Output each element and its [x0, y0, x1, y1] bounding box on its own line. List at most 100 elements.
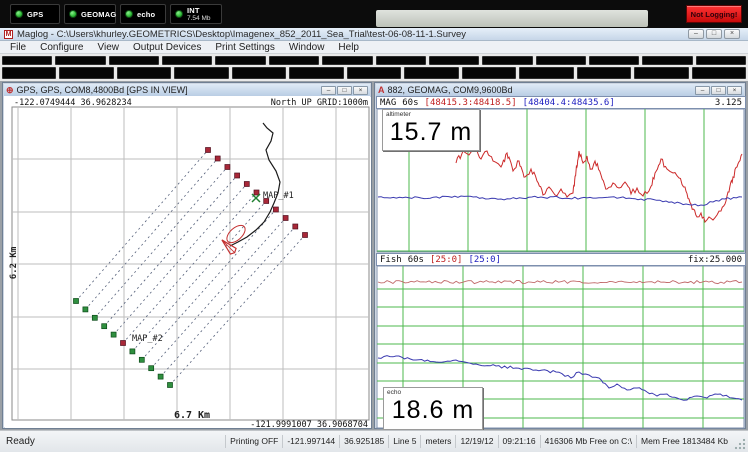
value-display [634, 67, 688, 79]
plot-window-title: 882, GEOMAG, COM9,9600Bd [388, 85, 693, 95]
minimize-icon[interactable]: – [688, 29, 704, 39]
maximize-icon[interactable]: □ [711, 86, 726, 95]
minimize-icon[interactable]: – [695, 86, 710, 95]
menu-bar: File Configure View Output Devices Print… [0, 41, 748, 54]
value-display [109, 56, 159, 65]
resize-grip[interactable] [734, 438, 746, 450]
green-led-icon [175, 10, 183, 18]
value-display [347, 67, 401, 79]
mdi-client-area: ⊕ GPS, GPS, COM8,4800Bd [GPS IN VIEW] – … [0, 81, 748, 430]
waypoint-marker-green [74, 299, 79, 304]
waypoint-marker-green [149, 366, 154, 371]
status-mem-free: Mem Free 1813484 Kb [636, 435, 732, 448]
maglog-app-icon: M [4, 30, 13, 39]
map-window-body: -122.0749444 36.9628234 North UP GRID:10… [4, 96, 370, 427]
value-display [322, 56, 372, 65]
survey-map-canvas[interactable]: -122.0749444 36.9628234 North UP GRID:10… [5, 97, 371, 428]
indicator-gps[interactable]: GPS [10, 4, 60, 24]
maximize-icon[interactable]: □ [706, 29, 722, 39]
status-bar: Ready Printing OFF -121.997144 36.925185… [0, 430, 748, 452]
menu-view[interactable]: View [90, 41, 126, 54]
map-vertical-scale: 6.2 Km [9, 246, 19, 279]
green-led-icon [125, 10, 133, 18]
value-display-toolbar [0, 54, 748, 81]
menu-configure[interactable]: Configure [33, 41, 90, 54]
status-longitude: -121.997144 [282, 435, 339, 448]
waypoint-marker-red [254, 190, 259, 195]
gps-map-window: ⊕ GPS, GPS, COM8,4800Bd [GPS IN VIEW] – … [2, 82, 372, 429]
status-time: 09:21:16 [498, 435, 540, 448]
plot-window-titlebar[interactable]: A 882, GEOMAG, COM9,9600Bd – □ × [376, 84, 744, 96]
indicator-echo[interactable]: echo [120, 4, 166, 24]
trace-plot-canvas[interactable] [376, 109, 746, 429]
value-display [215, 56, 265, 65]
mag-range-blue: [48404.4:48435.6] [523, 98, 615, 108]
value-display [55, 56, 105, 65]
value-display [642, 56, 692, 65]
mag-range-red: [48415.3:48418.5] [425, 98, 517, 108]
fish-label: Fish [380, 255, 402, 265]
not-logging-button[interactable]: Not Logging! [686, 5, 742, 23]
waypoint-marker-green [102, 324, 107, 329]
indicator-label: GEOMAG [81, 10, 116, 19]
echo-label: echo [387, 389, 479, 396]
status-units: meters [420, 435, 455, 448]
status-printing: Printing OFF [225, 435, 282, 448]
echo-readout: echo 18.6 m [383, 387, 483, 430]
main-window-title: Maglog - C:\Users\khurley.GEOMETRICS\Des… [17, 29, 466, 40]
map-window-titlebar[interactable]: ⊕ GPS, GPS, COM8,4800Bd [GPS IN VIEW] – … [4, 84, 370, 96]
fish-range-red: [25:0] [430, 255, 463, 265]
menu-file[interactable]: File [3, 41, 33, 54]
map-window-title: GPS, GPS, COM8,4800Bd [GPS IN VIEW] [17, 85, 318, 95]
main-title-bar[interactable]: M Maglog - C:\Users\khurley.GEOMETRICS\D… [0, 28, 748, 41]
geomag-plot-window: A 882, GEOMAG, COM9,9600Bd – □ × MAG 60s… [374, 82, 746, 429]
device-indicator-strip: GPS GEOMAG echo INT 7.54 Mb Not Logging! [0, 0, 748, 28]
indicator-geomag[interactable]: GEOMAG [64, 4, 116, 24]
echo-value: 18.6 m [387, 396, 479, 424]
waypoint-marker-map2 [121, 341, 126, 346]
waypoint-marker-green [139, 357, 144, 362]
status-latitude: 36.925185 [339, 435, 388, 448]
indicator-int[interactable]: INT 7.54 Mb [170, 4, 222, 24]
waypoint-marker-red [215, 156, 220, 161]
close-icon[interactable]: × [353, 86, 368, 95]
minimize-icon[interactable]: – [321, 86, 336, 95]
close-icon[interactable]: × [727, 86, 742, 95]
waypoint-1-label: MAP_#1 [263, 191, 294, 201]
waypoint-marker-green [130, 349, 135, 354]
map-cursor-coordinates: -122.0749444 36.9628234 [14, 98, 132, 108]
mag-interval: 60s [402, 98, 418, 108]
menu-print-settings[interactable]: Print Settings [208, 41, 281, 54]
waypoint-marker-red [244, 182, 249, 187]
map-background [5, 97, 371, 428]
map-horizontal-scale: 6.7 Km [174, 410, 210, 421]
menu-output-devices[interactable]: Output Devices [126, 41, 208, 54]
map-grid-label: North UP GRID:1000m [271, 98, 368, 108]
fish-range-blue: [25:0] [468, 255, 501, 265]
indicator-label: INT [187, 6, 211, 15]
value-display [536, 56, 586, 65]
mag-label: MAG [380, 98, 396, 108]
value-display [289, 67, 343, 79]
waypoint-marker-green [92, 315, 97, 320]
sensor-icon: A [378, 86, 385, 95]
indicator-label: echo [137, 10, 155, 19]
waypoint-marker-red [283, 216, 288, 221]
value-display [376, 56, 426, 65]
close-icon[interactable]: × [724, 29, 740, 39]
waypoint-marker-green [111, 332, 116, 337]
status-disk-free: 416306 Mb Free on C:\ [540, 435, 636, 448]
status-ready: Ready [0, 436, 225, 447]
waypoint-2-label: MAP_#2 [132, 334, 163, 344]
value-display [404, 67, 458, 79]
maximize-icon[interactable]: □ [337, 86, 352, 95]
menu-window[interactable]: Window [282, 41, 332, 54]
green-led-icon [15, 10, 23, 18]
value-display [232, 67, 286, 79]
background-window-glimpse [376, 10, 648, 27]
waypoint-marker-green [83, 307, 88, 312]
value-display [482, 56, 532, 65]
menu-help[interactable]: Help [331, 41, 366, 54]
value-display [696, 56, 746, 65]
value-display [577, 67, 631, 79]
